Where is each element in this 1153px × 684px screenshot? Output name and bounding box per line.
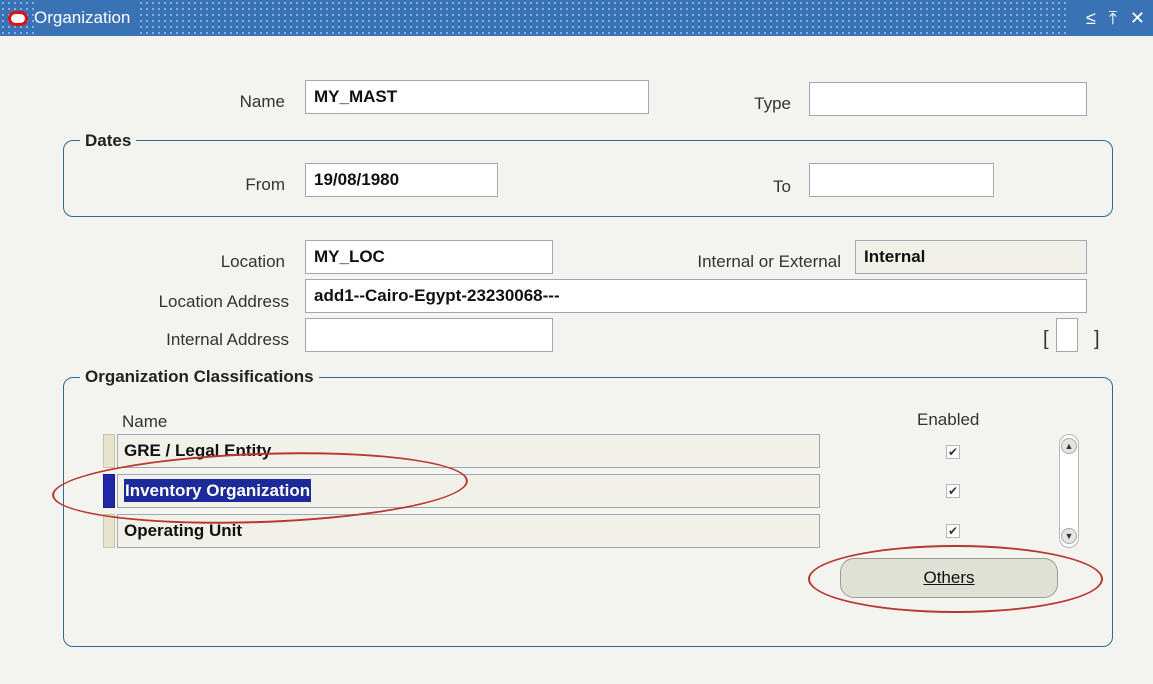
type-field[interactable] [809,82,1087,116]
to-date-field[interactable] [809,163,994,197]
close-icon[interactable]: ✕ [1130,8,1145,28]
scroll-down-icon[interactable]: ▼ [1061,528,1077,544]
classification-enabled-header: Enabled [917,410,980,429]
window-controls: ≤ ⤒ ✕ [1070,0,1153,36]
from-label: From [245,175,285,194]
maximize-icon[interactable]: ⤒ [1109,8,1117,28]
bracket-right: ] [1094,328,1100,350]
window-titlebar: Organization ≤ ⤒ ✕ [0,0,1153,36]
row-marker[interactable] [103,514,115,548]
context-field[interactable] [1056,318,1078,352]
oracle-logo-icon [8,11,28,26]
internal-address-label: Internal Address [166,330,289,349]
dates-group-title: Dates [80,131,137,151]
internal-or-external-label: Internal or External [697,252,841,271]
classification-name-header: Name [122,412,168,431]
type-label: Type [754,94,791,113]
internal-or-external-field[interactable] [855,240,1087,274]
enabled-checkbox[interactable]: ✔ [946,445,960,459]
classification-row-selected[interactable]: Inventory Organization [117,474,820,508]
row-marker[interactable] [103,434,115,468]
location-label: Location [220,252,285,271]
internal-address-field[interactable] [305,318,553,352]
classifications-scrollbar[interactable]: ▲ ▼ [1059,434,1079,548]
enabled-checkbox[interactable]: ✔ [946,524,960,538]
classification-name: Inventory Organization [124,479,312,502]
minimize-icon[interactable]: ≤ [1086,8,1096,28]
location-address-label: Location Address [158,292,289,311]
classification-name: GRE / Legal Entity [124,441,272,460]
name-label: Name [239,92,285,111]
scroll-up-icon[interactable]: ▲ [1061,438,1077,454]
bracket-left: [ [1043,328,1049,350]
others-button-label: Others [923,568,975,587]
window-title: Organization [34,0,139,36]
to-label: To [773,177,791,196]
location-address-field[interactable] [305,279,1087,313]
row-marker-active[interactable] [103,474,115,508]
name-field[interactable] [305,80,649,114]
others-button[interactable]: Others [840,558,1058,598]
classification-row[interactable]: Operating Unit [117,514,820,548]
from-date-field[interactable] [305,163,498,197]
classifications-group-title: Organization Classifications [80,367,319,387]
classification-row[interactable]: GRE / Legal Entity [117,434,820,468]
enabled-checkbox[interactable]: ✔ [946,484,960,498]
location-field[interactable] [305,240,553,274]
classification-name: Operating Unit [124,521,243,540]
